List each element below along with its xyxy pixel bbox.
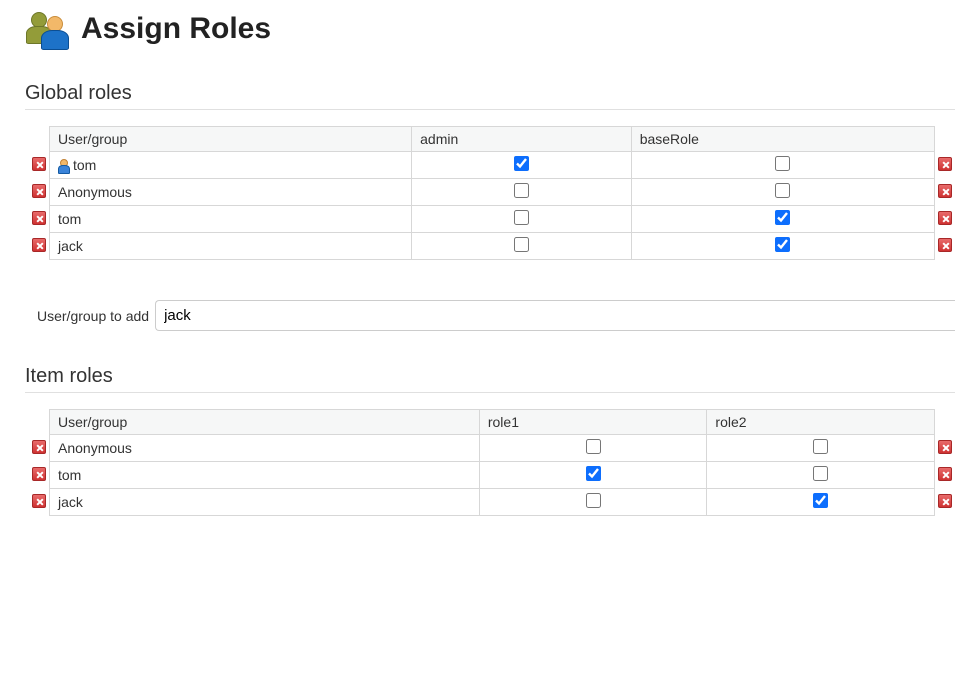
item-roles-section: Item roles User/group role1 role2 Anonym…	[25, 365, 955, 516]
baserole-checkbox[interactable]	[775, 210, 790, 225]
col-role1: role1	[479, 410, 707, 435]
cell-usergroup: tom	[50, 206, 412, 233]
delete-left-button[interactable]	[32, 184, 46, 198]
role1-checkbox[interactable]	[586, 493, 601, 508]
col-usergroup: User/group	[50, 127, 412, 152]
baserole-checkbox[interactable]	[775, 156, 790, 171]
page-title: Assign Roles	[81, 12, 271, 46]
cell-usergroup: Anonymous	[50, 179, 412, 206]
delete-left-button[interactable]	[32, 157, 46, 171]
usergroup-name: jack	[58, 494, 83, 510]
admin-checkbox[interactable]	[514, 210, 529, 225]
role1-checkbox[interactable]	[586, 466, 601, 481]
add-user-label: User/group to add	[37, 308, 149, 324]
admin-checkbox[interactable]	[514, 237, 529, 252]
table-row: jack	[29, 233, 955, 260]
role1-checkbox[interactable]	[586, 439, 601, 454]
delete-left-button[interactable]	[32, 211, 46, 225]
delete-right-button[interactable]	[938, 440, 952, 454]
add-user-input[interactable]	[155, 300, 955, 331]
cell-usergroup: tom	[50, 152, 412, 179]
usergroup-name: tom	[73, 157, 96, 173]
item-roles-table: User/group role1 role2 Anonymous tom jack	[29, 409, 955, 516]
cell-usergroup: jack	[50, 233, 412, 260]
table-row: tom	[29, 462, 955, 489]
global-roles-section: Global roles User/group admin baseRole t…	[25, 82, 955, 331]
table-row: tom	[29, 152, 955, 179]
usergroup-name: Anonymous	[58, 184, 132, 200]
delete-right-button[interactable]	[938, 157, 952, 171]
role2-checkbox[interactable]	[813, 493, 828, 508]
col-role2: role2	[707, 410, 935, 435]
col-baserole: baseRole	[631, 127, 934, 152]
user-icon	[58, 160, 70, 172]
global-roles-heading: Global roles	[25, 82, 955, 110]
delete-right-button[interactable]	[938, 184, 952, 198]
delete-left-button[interactable]	[32, 467, 46, 481]
table-row: jack	[29, 489, 955, 516]
delete-right-button[interactable]	[938, 494, 952, 508]
item-roles-heading: Item roles	[25, 365, 955, 393]
role2-checkbox[interactable]	[813, 439, 828, 454]
delete-left-button[interactable]	[32, 440, 46, 454]
admin-checkbox[interactable]	[514, 156, 529, 171]
col-usergroup: User/group	[50, 410, 480, 435]
delete-right-button[interactable]	[938, 467, 952, 481]
delete-right-button[interactable]	[938, 238, 952, 252]
delete-right-button[interactable]	[938, 211, 952, 225]
cell-usergroup: tom	[50, 462, 480, 489]
baserole-checkbox[interactable]	[775, 237, 790, 252]
delete-left-button[interactable]	[32, 238, 46, 252]
delete-left-button[interactable]	[32, 494, 46, 508]
col-admin: admin	[412, 127, 632, 152]
table-row: Anonymous	[29, 179, 955, 206]
usergroup-name: Anonymous	[58, 440, 132, 456]
baserole-checkbox[interactable]	[775, 183, 790, 198]
table-row: tom	[29, 206, 955, 233]
usergroup-name: tom	[58, 211, 81, 227]
global-roles-table: User/group admin baseRole tom Anonymous to…	[29, 126, 955, 260]
usergroup-name: jack	[58, 238, 83, 254]
users-icon	[25, 10, 69, 48]
usergroup-name: tom	[58, 467, 81, 483]
admin-checkbox[interactable]	[514, 183, 529, 198]
cell-usergroup: jack	[50, 489, 480, 516]
role2-checkbox[interactable]	[813, 466, 828, 481]
cell-usergroup: Anonymous	[50, 435, 480, 462]
table-row: Anonymous	[29, 435, 955, 462]
